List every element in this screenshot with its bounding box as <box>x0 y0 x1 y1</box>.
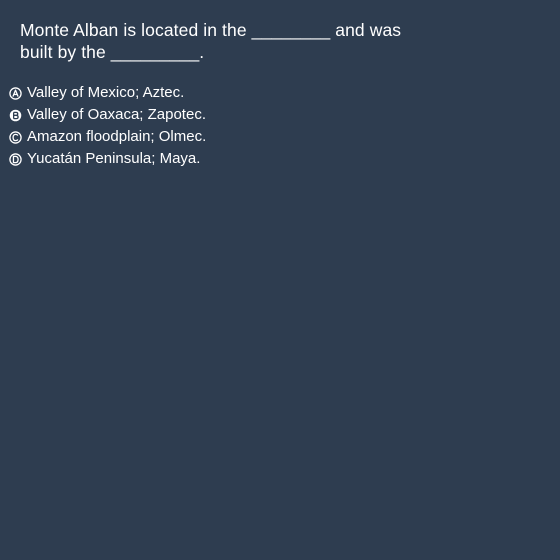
answer-option-b[interactable]: Valley of Oaxaca; Zapotec. <box>9 104 409 126</box>
option-b-label: Valley of Oaxaca; Zapotec. <box>27 106 206 123</box>
option-d-label: Yucatán Peninsula; Maya. <box>27 150 201 167</box>
answer-option-d[interactable]: Yucatán Peninsula; Maya. <box>9 148 409 170</box>
option-c-icon <box>9 130 22 144</box>
answer-option-a[interactable]: Valley of Mexico; Aztec. <box>9 82 409 104</box>
question-line-2: built by the _________. <box>20 42 205 62</box>
option-c-label: Amazon floodplain; Olmec. <box>27 128 207 145</box>
option-a-icon <box>9 86 22 100</box>
answer-option-c[interactable]: Amazon floodplain; Olmec. <box>9 126 409 148</box>
option-d-icon <box>9 152 22 166</box>
answer-options: Valley of Mexico; Aztec. Valley of Oaxac… <box>9 82 409 170</box>
option-a-label: Valley of Mexico; Aztec. <box>27 84 185 101</box>
question-text: Monte Alban is located in the ________ a… <box>20 19 440 63</box>
option-b-icon <box>9 109 22 121</box>
question-line-1: Monte Alban is located in the ________ a… <box>20 20 402 40</box>
